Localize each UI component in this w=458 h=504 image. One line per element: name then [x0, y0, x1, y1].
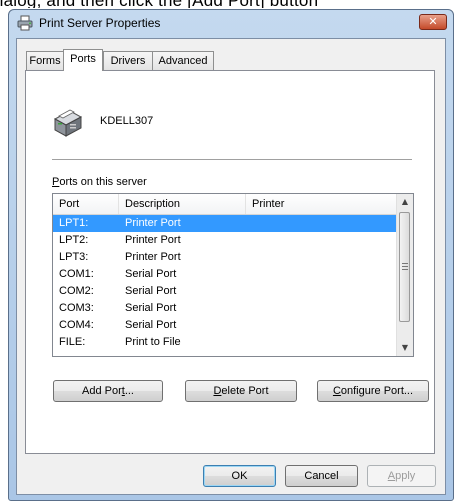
column-header-port[interactable]: Port — [53, 194, 119, 214]
print-server-properties-window: Print Server Properties ✕ Forms Ports Dr… — [8, 9, 454, 501]
column-header-printer[interactable]: Printer — [246, 194, 399, 214]
ports-on-server-label: Ports on this server — [52, 176, 147, 188]
grip-icon — [402, 263, 408, 270]
table-row-com4[interactable]: COM4: Serial Port — [53, 317, 399, 334]
table-row-lpt1[interactable]: LPT1: Printer Port — [53, 215, 399, 232]
scroll-up-button[interactable]: ▲ — [397, 194, 413, 210]
port-cell: LPT1: — [59, 217, 89, 229]
tab-advanced-label: Advanced — [158, 55, 208, 67]
column-header-description[interactable]: Description — [119, 194, 246, 214]
title-bar[interactable]: Print Server Properties ✕ — [9, 10, 453, 36]
add-port-button[interactable]: Add Port... — [53, 380, 163, 402]
ports-list[interactable]: Port Description Printer LPT1: Printer P… — [52, 193, 414, 357]
scroll-thumb[interactable] — [399, 212, 410, 322]
table-row-lpt2[interactable]: LPT2: Printer Port — [53, 232, 399, 249]
port-cell: LPT3: — [59, 251, 89, 263]
description-cell: Serial Port — [125, 268, 177, 280]
table-row-lpt3[interactable]: LPT3: Printer Port — [53, 249, 399, 266]
description-cell: Printer Port — [125, 251, 181, 263]
description-cell: Printer Port — [125, 217, 181, 229]
delete-port-label: elete Port — [221, 385, 269, 397]
description-cell: Serial Port — [125, 319, 177, 331]
tab-forms[interactable]: Forms — [26, 51, 64, 70]
tab-ports-label: Ports — [70, 53, 96, 65]
cancel-button[interactable]: Cancel — [285, 465, 358, 487]
table-row-com2[interactable]: COM2: Serial Port — [53, 283, 399, 300]
description-cell: Serial Port — [125, 302, 177, 314]
tab-forms-label: Forms — [29, 55, 61, 67]
ok-label: OK — [231, 470, 248, 482]
table-row-com3[interactable]: COM3: Serial Port — [53, 300, 399, 317]
separator — [52, 159, 412, 160]
port-cell: COM3: — [59, 302, 94, 314]
list-body: LPT1: Printer Port LPT2: Printer Port LP… — [53, 215, 399, 356]
description-cell: Print to File — [125, 336, 181, 346]
dialog-client-area: Forms Ports Drivers Advanced KDELL307 Po… — [16, 38, 446, 495]
printer-icon — [17, 15, 33, 31]
port-cell: COM4: — [59, 319, 94, 331]
list-header: Port Description Printer — [53, 194, 399, 215]
server-name: KDELL307 — [100, 115, 154, 127]
description-cell: Serial Port — [125, 285, 177, 297]
table-row-com1[interactable]: COM1: Serial Port — [53, 266, 399, 283]
port-cell: COM1: — [59, 268, 94, 280]
ports-tab-panel: KDELL307 Ports on this server Port Descr… — [25, 70, 435, 454]
tab-drivers-label: Drivers — [110, 55, 146, 67]
scroll-down-button[interactable]: ▼ — [397, 340, 413, 356]
configure-port-mnemonic: C — [332, 385, 341, 397]
add-port-label-b: ... — [124, 385, 134, 397]
cancel-label: Cancel — [304, 470, 339, 482]
configure-port-button[interactable]: Configure Port... — [317, 380, 429, 402]
printer-server-icon — [53, 109, 83, 137]
port-cell: LPT2: — [59, 234, 89, 246]
window-title: Print Server Properties — [39, 16, 161, 30]
apply-button[interactable]: Apply — [367, 465, 436, 487]
apply-mnemonic: A — [387, 470, 396, 482]
ok-button[interactable]: OK — [203, 465, 276, 487]
tab-ports[interactable]: Ports — [63, 49, 103, 71]
caption-text: dialog, and then click the [Add Port] bu… — [0, 0, 318, 8]
port-cell: FILE: — [59, 336, 86, 346]
close-button[interactable]: ✕ — [419, 14, 447, 30]
vertical-scrollbar[interactable]: ▲ ▼ — [396, 194, 413, 356]
ports-label-text: orts on this server — [59, 176, 147, 188]
configure-port-label: onfigure Port... — [340, 385, 414, 397]
tab-advanced[interactable]: Advanced — [152, 51, 214, 70]
description-cell: Printer Port — [125, 234, 181, 246]
close-icon: ✕ — [428, 15, 438, 28]
port-cell: COM2: — [59, 285, 94, 297]
apply-label: pply — [395, 470, 416, 482]
table-row-file[interactable]: FILE: Print to File — [53, 334, 399, 346]
tab-drivers[interactable]: Drivers — [103, 51, 153, 70]
delete-port-button[interactable]: Delete Port — [185, 380, 297, 402]
caption-strip: dialog, and then click the [Add Port] bu… — [0, 0, 458, 8]
add-port-label-a: Add Por — [82, 385, 122, 397]
